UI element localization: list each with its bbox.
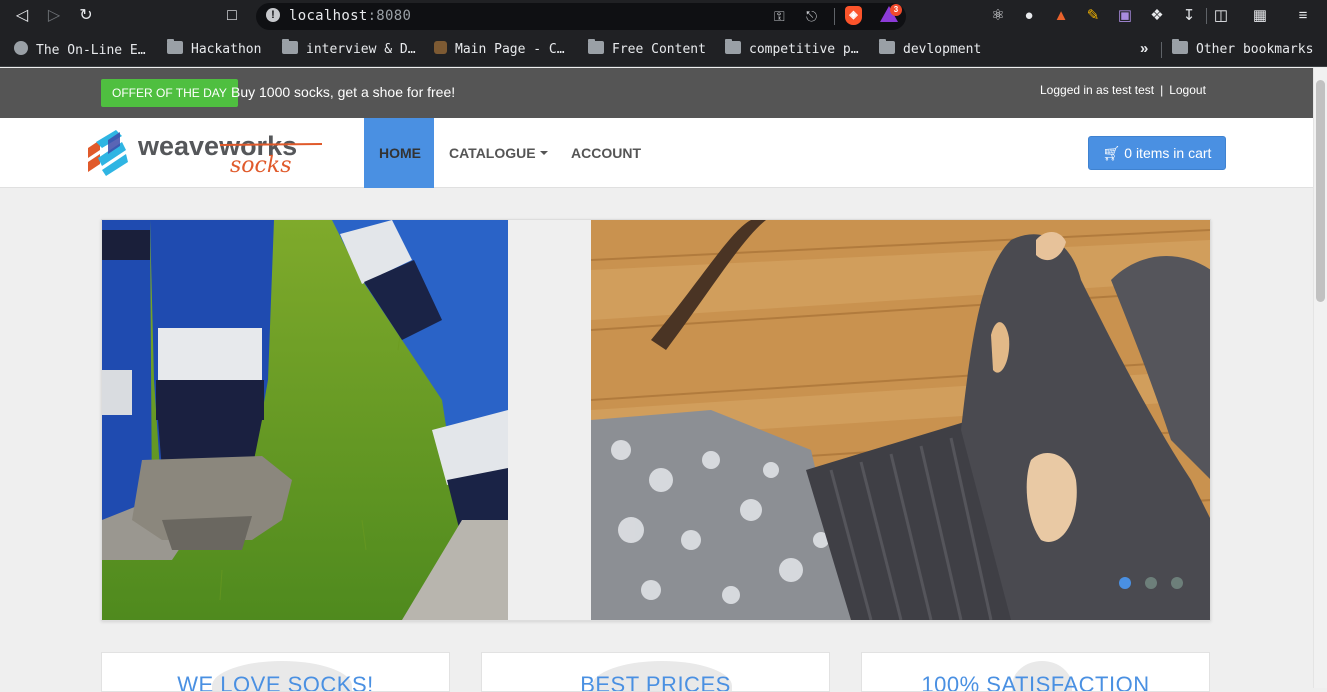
other-bookmarks[interactable]: Other bookmarks [1172,39,1313,59]
forward-icon[interactable]: ▷ [42,5,66,27]
folder-icon [879,39,895,54]
reload-icon[interactable]: ↻ [74,5,98,27]
globe-icon [14,41,28,55]
logo-mark-icon: weaveworks socks [88,130,323,178]
bookmark-icon[interactable]: □ [220,5,244,27]
bookmarks-divider [1161,42,1162,58]
download-icon[interactable]: ↧ [1179,6,1199,26]
browser-toolbar: ◁ ▷ ↻ □ ! localhost:8080 ⚿ ⎋ ◈ 3 ⚛ ● ▲ ✎… [0,0,1327,33]
hero-carousel[interactable] [101,219,1211,621]
folder-icon [725,39,741,54]
feature-box-satisfaction: 100% SATISFACTION [861,652,1210,692]
carousel-image-soccer-socks [102,220,508,620]
page-scrollbar[interactable] [1313,68,1327,688]
cart-button[interactable]: 🛒︎ 0 items in cart [1088,136,1226,170]
extension-flame-icon[interactable]: ▲ [1051,6,1071,26]
wallet-icon[interactable]: ▦ [1250,6,1270,26]
extension-circle-icon[interactable]: ● [1019,6,1039,26]
offer-text: Buy 1000 socks, get a shoe for free! [231,84,456,100]
address-bar[interactable]: ! localhost:8080 ⚿ ⎋ [256,3,906,30]
share-icon[interactable]: ⎋ [806,6,817,26]
offer-badge[interactable]: OFFER OF THE DAY [101,79,238,107]
extension-square-icon[interactable]: ▣ [1115,6,1135,26]
bookmarks-overflow-icon[interactable]: » [1140,40,1148,57]
bookmark-item[interactable]: Free Content [588,39,706,59]
folder-icon [588,39,604,54]
feature-title: BEST PRICES [580,672,731,692]
scrollbar-thumb[interactable] [1316,80,1325,302]
bookmarks-bar: The On-Line E… Hackathon interview & D… … [0,33,1327,67]
bookmark-item[interactable]: competitive p… [725,39,859,59]
nav-home[interactable]: HOME [364,118,434,188]
login-status: Logged in as test test | Logout [1040,83,1206,97]
svg-text:socks: socks [230,153,291,178]
brave-shield-icon[interactable]: ◈ [845,6,862,25]
weaveworks-socks-logo[interactable]: weaveworks socks [86,128,326,178]
folder-icon [282,39,298,54]
urlbar-divider [834,8,835,25]
extension-pen-icon[interactable]: ✎ [1083,6,1103,26]
bookmark-item[interactable]: Hackathon [167,39,261,59]
offer-topbar: OFFER OF THE DAY Buy 1000 socks, get a s… [0,68,1327,118]
feature-title: WE LOVE SOCKS! [177,672,374,692]
folder-icon [1172,39,1188,54]
bookmark-item[interactable]: Main Page - C… [434,41,565,59]
feature-title: 100% SATISFACTION [921,672,1150,692]
back-icon[interactable]: ◁ [10,5,34,27]
sidebar-icon[interactable]: ◫ [1211,6,1231,26]
bookmark-item[interactable]: The On-Line E… [14,41,146,59]
logged-in-link[interactable]: Logged in as test test [1040,83,1154,97]
login-separator: | [1160,83,1164,97]
cart-icon: 🛒︎ [1102,145,1125,161]
rewards-badge: 3 [890,4,902,16]
key-icon[interactable]: ⚿ [774,6,785,26]
bookmark-item[interactable]: interview & D… [282,39,416,59]
carousel-image-torn-socks [591,220,1210,620]
caret-down-icon [539,151,548,155]
bookmark-item[interactable]: devlopment [879,39,981,59]
puzzle-icon[interactable]: ❖ [1147,6,1167,26]
carousel-dot-3[interactable] [1171,577,1183,589]
page-icon [434,41,447,54]
feature-box-best-prices: BEST PRICES [481,652,830,692]
site-info-icon[interactable]: ! [266,8,280,22]
menu-icon[interactable]: ≡ [1293,6,1313,26]
carousel-dot-2[interactable] [1145,577,1157,589]
react-devtools-icon[interactable]: ⚛ [988,6,1008,26]
nav-catalogue[interactable]: CATALOGUE [434,118,563,188]
carousel-dot-1[interactable] [1119,577,1131,589]
folder-icon [167,39,183,54]
url-text[interactable]: localhost:8080 [289,8,411,24]
main-navbar: weaveworks socks HOME CATALOGUE ACCOUNT … [0,118,1327,188]
nav-account[interactable]: ACCOUNT [556,118,656,188]
toolbar-divider [1206,8,1207,24]
logout-link[interactable]: Logout [1169,83,1206,97]
feature-box-love-socks: WE LOVE SOCKS! [101,652,450,692]
